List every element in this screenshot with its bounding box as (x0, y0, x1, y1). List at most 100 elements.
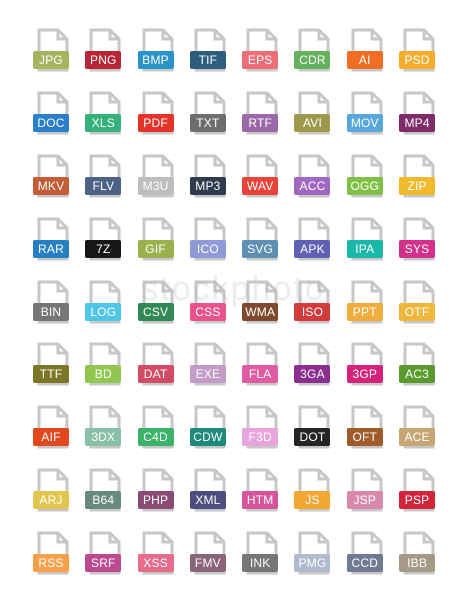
file-type-icon-doc: DOC (33, 91, 76, 148)
file-type-icon-3ga: 3GA (294, 342, 337, 399)
file-type-icon-htm: HTM (242, 468, 285, 525)
file-extension-label: MKV (33, 176, 69, 195)
file-extension-label: FMV (189, 554, 226, 573)
file-extension-label: 3DX (85, 428, 122, 447)
file-extension-label: ACC (294, 176, 331, 195)
file-extension-label: TXT (189, 113, 226, 132)
file-extension-label: AC3 (399, 365, 436, 384)
file-type-icon-xml: XML (189, 468, 233, 525)
file-type-icon-rtf: RTF (242, 91, 285, 148)
file-type-icon-xss: XSS (137, 531, 181, 588)
file-type-icon-psd: PSD (399, 28, 442, 85)
file-extension-label: CSV (137, 302, 174, 321)
file-type-icon-flv: FLV (85, 154, 128, 211)
file-extension-label: SVG (242, 239, 279, 258)
file-type-icon-txt: TXT (189, 91, 233, 148)
file-type-icon-mov: MOV (346, 91, 390, 148)
file-type-icon-xls: XLS (85, 91, 128, 148)
file-type-icon-avi: AVI (294, 91, 337, 148)
file-type-icon-srf: SRF (85, 531, 128, 588)
file-type-icon-sys: SYS (399, 217, 442, 274)
file-extension-label: JPG (33, 51, 69, 69)
file-type-icon-wma: WMA (242, 280, 285, 337)
file-type-icon-3gp: 3GP (346, 342, 390, 399)
file-type-icon-css: CSS (189, 280, 233, 337)
file-extension-label: OFT (346, 428, 383, 447)
file-extension-label: PMG (294, 554, 331, 573)
file-extension-label: RSS (33, 554, 69, 573)
file-extension-label: ICO (189, 239, 226, 258)
file-extension-label: BMP (137, 51, 174, 69)
file-extension-label: ISO (294, 302, 331, 321)
file-type-icon-rar: RAR (33, 217, 76, 274)
file-extension-label: SRF (85, 554, 122, 573)
file-extension-label: OGG (346, 176, 383, 195)
file-extension-label: 7Z (85, 239, 122, 258)
file-type-icon-b64: B64 (85, 468, 128, 525)
file-type-icon-log: LOG (85, 280, 128, 337)
file-extension-label: BIN (33, 302, 69, 321)
file-type-icon-ac3: AC3 (399, 342, 442, 399)
file-type-icon-c4d: C4D (137, 405, 181, 462)
file-type-icon-ppt: PPT (346, 280, 390, 337)
file-type-icon-php: PHP (137, 468, 181, 525)
file-type-icon-m3u: M3U (137, 154, 181, 211)
file-type-icon-mp3: MP3 (189, 154, 233, 211)
file-extension-label: TIF (189, 51, 226, 69)
file-type-icon-7z: 7Z (85, 217, 128, 274)
file-type-icon-arj: ARJ (33, 468, 76, 525)
file-type-icon-dat: DAT (137, 342, 181, 399)
file-extension-label: DOT (294, 428, 331, 447)
file-extension-label: BD (85, 365, 122, 384)
file-type-icon-js: JS (294, 468, 337, 525)
file-type-icon-apk: APK (294, 217, 337, 274)
file-type-icon-cdr: CDR (294, 28, 337, 85)
file-extension-label: HTM (242, 491, 279, 510)
file-type-icon-ace: ACE (399, 405, 442, 462)
file-type-icon-exe: EXE (189, 342, 233, 399)
file-extension-label: CCD (346, 554, 383, 573)
file-extension-label: PDF (137, 113, 174, 132)
file-extension-label: ARJ (33, 491, 69, 510)
file-extension-label: APK (294, 239, 331, 258)
file-type-icon-ink: INK (242, 531, 285, 588)
file-extension-label: C4D (137, 428, 174, 447)
file-type-icon-jsp: JSP (346, 468, 390, 525)
file-type-icon-bmp: BMP (137, 28, 181, 85)
file-extension-label: CDW (189, 428, 226, 447)
file-extension-label: FLA (242, 365, 279, 384)
file-extension-label: WAV (242, 176, 279, 195)
file-type-icon-f3d: F3D (242, 405, 285, 462)
file-extension-label: INK (242, 554, 279, 573)
file-type-icon-ipa: IPA (346, 217, 390, 274)
file-type-icon-fmv: FMV (189, 531, 233, 588)
file-extension-label: IPA (346, 239, 383, 258)
file-extension-label: XSS (137, 554, 174, 573)
file-extension-label: RTF (242, 113, 279, 132)
file-type-icon-png: PNG (85, 28, 128, 85)
file-type-icon-ttf: TTF (33, 342, 76, 399)
file-extension-label: PNG (85, 51, 122, 69)
file-extension-label: MP3 (189, 176, 226, 195)
file-extension-label: TTF (33, 365, 69, 384)
file-type-icon-otf: OTF (399, 280, 442, 337)
file-extension-label: PSD (399, 51, 436, 69)
file-extension-label: 3GP (346, 365, 383, 384)
file-extension-label: PPT (346, 302, 383, 321)
file-extension-label: CDR (294, 51, 331, 69)
file-type-icon-rss: RSS (33, 531, 76, 588)
file-extension-label: XLS (85, 113, 122, 132)
file-extension-label: IBB (399, 554, 436, 573)
file-type-icon-csv: CSV (137, 280, 181, 337)
file-extension-label: AVI (294, 113, 331, 132)
file-extension-label: JSP (346, 491, 383, 510)
file-extension-label: OTF (399, 302, 436, 321)
file-type-icon-ico: ICO (189, 217, 233, 274)
file-type-icon-gif: GIF (137, 217, 181, 274)
file-type-icon-aif: AIF (33, 405, 76, 462)
file-type-icon-eps: EPS (242, 28, 285, 85)
file-type-icon-oft: OFT (346, 405, 390, 462)
file-extension-label: JS (294, 491, 331, 510)
file-extension-label: DOC (33, 113, 69, 132)
file-type-icon-pdf: PDF (137, 91, 181, 148)
